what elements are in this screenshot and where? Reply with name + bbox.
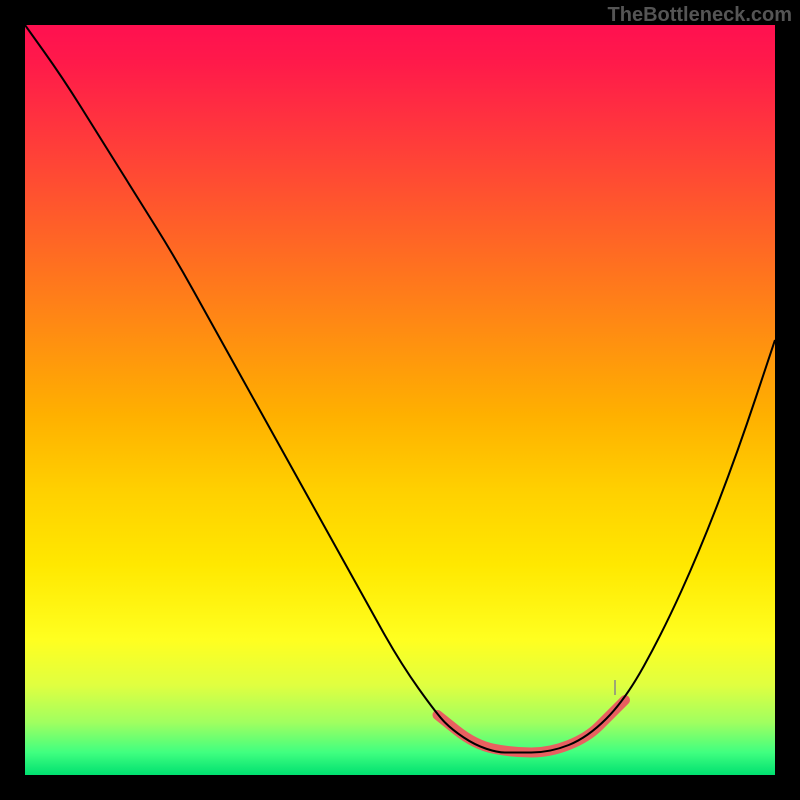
chart-plot-area xyxy=(25,25,775,775)
curve-svg xyxy=(25,25,775,775)
watermark-text: TheBottleneck.com xyxy=(608,4,792,27)
bottleneck-curve xyxy=(25,25,775,753)
